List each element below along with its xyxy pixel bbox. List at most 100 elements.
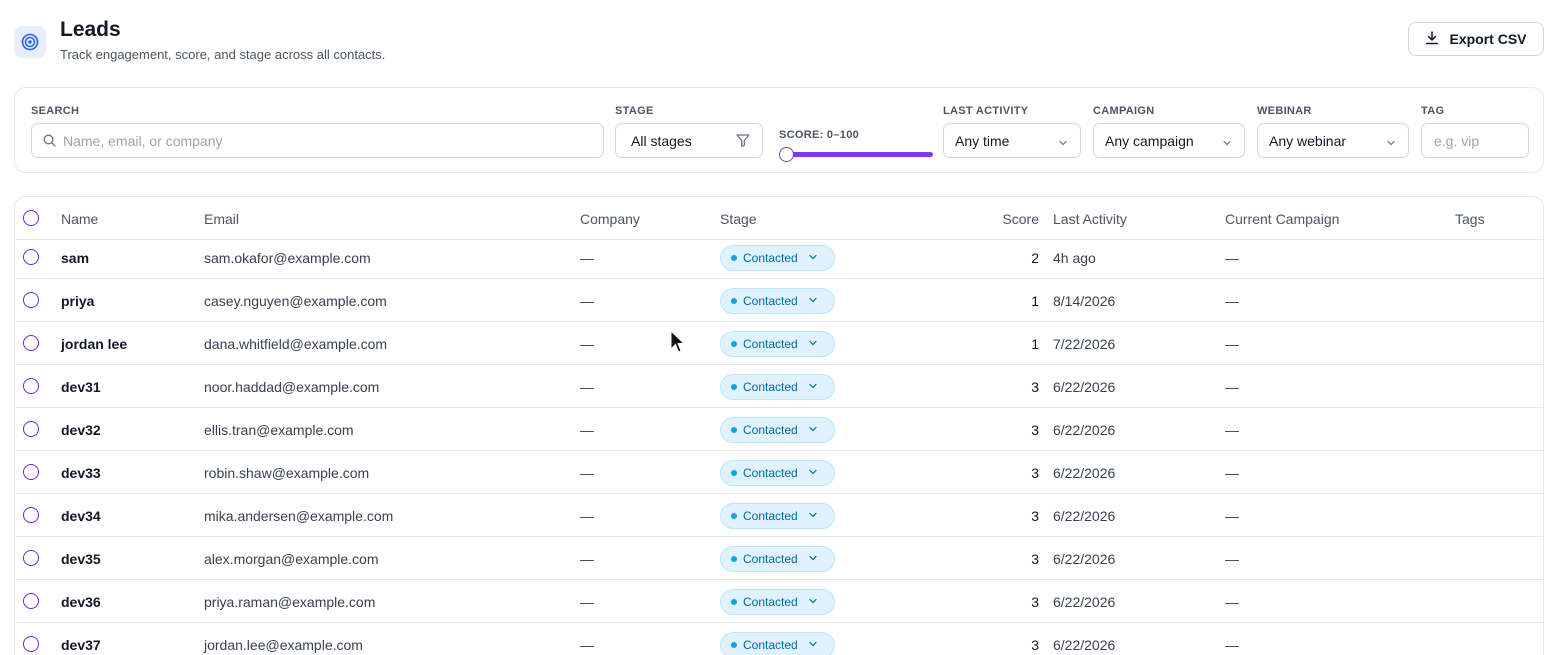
table-row[interactable]: dev34 mika.andersen@example.com — Contacted… <box>15 494 1543 537</box>
table-header-row: Name Email Company Stage Score Last Acti… <box>15 197 1543 240</box>
row-checkbox[interactable] <box>23 507 39 523</box>
column-header-campaign[interactable]: Current Campaign <box>1225 197 1339 240</box>
score-range-track[interactable] <box>785 152 933 157</box>
lead-stage-cell: Contacted <box>720 623 835 655</box>
lead-name[interactable]: dev34 <box>61 494 101 537</box>
stage-dropdown[interactable]: Contacted <box>720 330 835 357</box>
stage-dot-icon <box>731 340 737 347</box>
stage-dot-icon <box>731 254 737 261</box>
stage-dropdown[interactable]: Contacted <box>720 545 835 572</box>
column-header-email[interactable]: Email <box>204 197 239 240</box>
last-activity-label: LAST ACTIVITY <box>943 105 1029 117</box>
table-row[interactable]: dev37 jordan.lee@example.com — Contacted 3 6/… <box>15 623 1543 655</box>
lead-campaign: — <box>1225 292 1239 309</box>
column-header-score[interactable]: Score <box>975 197 1039 240</box>
lead-name[interactable]: jordan lee <box>61 322 127 365</box>
lead-last-activity: 6/22/2026 <box>1053 507 1116 524</box>
lead-company: — <box>580 593 594 610</box>
column-header-tags[interactable]: Tags <box>1455 197 1485 240</box>
webinar-label: WEBINAR <box>1257 105 1312 117</box>
lead-name[interactable]: priya <box>61 279 94 322</box>
stage-dropdown[interactable]: Contacted <box>720 373 835 400</box>
stage-dropdown[interactable]: Contacted <box>720 287 835 314</box>
row-checkbox[interactable] <box>23 335 39 351</box>
lead-last-activity: 6/22/2026 <box>1053 550 1116 567</box>
chevron-down-icon <box>808 552 818 566</box>
chevron-down-icon <box>808 380 818 394</box>
row-checkbox[interactable] <box>23 550 39 566</box>
tag-label: TAG <box>1421 105 1445 117</box>
table-row[interactable]: dev33 robin.shaw@example.com — Contacted 3 6/… <box>15 451 1543 494</box>
lead-stage-cell: Contacted <box>720 580 835 623</box>
table-row[interactable]: sam sam.okafor@example.com — Contacted 2 4h a… <box>15 236 1543 279</box>
row-checkbox[interactable] <box>23 421 39 437</box>
table-row[interactable]: dev32 ellis.tran@example.com — Contacted 3 6/… <box>15 408 1543 451</box>
lead-name[interactable]: dev32 <box>61 408 101 451</box>
lead-last-activity: 6/22/2026 <box>1053 636 1116 653</box>
webinar-select[interactable]: Any webinar <box>1257 123 1409 158</box>
column-header-last-activity[interactable]: Last Activity <box>1053 197 1127 240</box>
select-all-checkbox[interactable] <box>23 210 39 226</box>
stage-dot-icon <box>731 512 737 519</box>
lead-campaign: — <box>1225 378 1239 395</box>
page-title: Leads <box>60 18 121 41</box>
row-checkbox[interactable] <box>23 464 39 480</box>
table-row[interactable]: dev35 alex.morgan@example.com — Contacted 3 6… <box>15 537 1543 580</box>
lead-stage-cell: Contacted <box>720 236 835 279</box>
table-row[interactable]: dev31 noor.haddad@example.com — Contacted 3 6… <box>15 365 1543 408</box>
lead-name[interactable]: dev33 <box>61 451 101 494</box>
lead-score: 1 <box>1031 292 1039 309</box>
table-row[interactable]: dev36 priya.raman@example.com — Contacted 3 6… <box>15 580 1543 623</box>
lead-name[interactable]: dev35 <box>61 537 101 580</box>
stage-dropdown[interactable]: Contacted <box>720 416 835 443</box>
lead-name[interactable]: sam <box>61 236 89 279</box>
tag-input[interactable]: e.g. vip <box>1421 123 1529 158</box>
lead-score: 3 <box>1031 378 1039 395</box>
column-header-stage[interactable]: Stage <box>720 197 757 240</box>
lead-score: 3 <box>1031 421 1039 438</box>
lead-name[interactable]: dev36 <box>61 580 101 623</box>
export-csv-button[interactable]: Export CSV <box>1408 22 1544 56</box>
row-checkbox[interactable] <box>23 292 39 308</box>
mouse-cursor-icon <box>670 329 686 359</box>
score-range-thumb[interactable] <box>779 147 794 162</box>
lead-email: ellis.tran@example.com <box>204 421 354 438</box>
lead-email: priya.raman@example.com <box>204 593 376 610</box>
chevron-down-icon <box>808 509 818 523</box>
lead-stage-cell: Contacted <box>720 322 835 365</box>
lead-name[interactable]: dev37 <box>61 623 101 655</box>
lead-email: sam.okafor@example.com <box>204 249 371 266</box>
stage-filter-select[interactable]: All stages <box>615 123 763 158</box>
lead-email: alex.morgan@example.com <box>204 550 379 567</box>
lead-last-activity: 8/14/2026 <box>1053 292 1116 309</box>
stage-label: Contacted <box>743 551 798 566</box>
column-header-company[interactable]: Company <box>580 197 640 240</box>
search-icon <box>43 134 56 147</box>
stage-filter-value: All stages <box>631 132 692 149</box>
last-activity-select[interactable]: Any time <box>943 123 1081 158</box>
stage-dropdown[interactable]: Contacted <box>720 244 835 271</box>
stage-dropdown[interactable]: Contacted <box>720 631 835 655</box>
table-row[interactable]: jordan lee dana.whitfield@example.com — Con… <box>15 322 1543 365</box>
column-header-name[interactable]: Name <box>61 197 98 240</box>
stage-dropdown[interactable]: Contacted <box>720 459 835 486</box>
chevron-down-icon <box>808 638 818 652</box>
stage-dot-icon <box>731 555 737 562</box>
search-input[interactable]: Name, email, or company <box>31 123 604 158</box>
row-checkbox[interactable] <box>23 378 39 394</box>
lead-score: 3 <box>1031 550 1039 567</box>
table-row[interactable]: priya casey.nguyen@example.com — Contacted 1… <box>15 279 1543 322</box>
row-checkbox[interactable] <box>23 249 39 265</box>
stage-dropdown[interactable]: Contacted <box>720 502 835 529</box>
chevron-down-icon <box>808 251 818 265</box>
lead-name[interactable]: dev31 <box>61 365 101 408</box>
row-checkbox[interactable] <box>23 636 39 652</box>
lead-email: mika.andersen@example.com <box>204 507 394 524</box>
campaign-select[interactable]: Any campaign <box>1093 123 1245 158</box>
stage-dot-icon <box>731 598 737 605</box>
row-checkbox[interactable] <box>23 593 39 609</box>
stage-label: Contacted <box>743 594 798 609</box>
lead-score: 3 <box>1031 593 1039 610</box>
lead-stage-cell: Contacted <box>720 494 835 537</box>
stage-dropdown[interactable]: Contacted <box>720 588 835 615</box>
